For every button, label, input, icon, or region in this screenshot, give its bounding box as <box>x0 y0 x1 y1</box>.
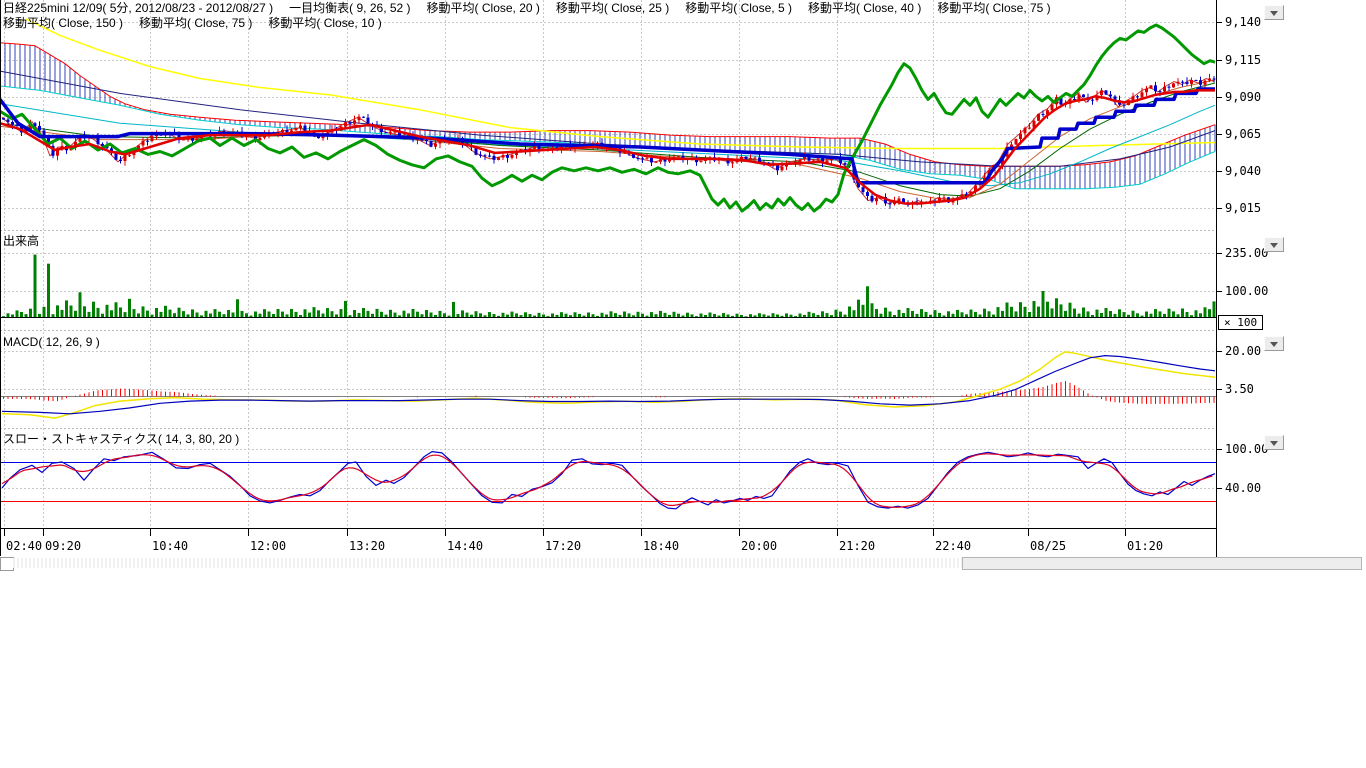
price-panel <box>0 19 1216 211</box>
y-axis-label: 235.00 <box>1225 246 1268 260</box>
volume-bars <box>2 255 1216 317</box>
macd-signal-line <box>2 356 1215 414</box>
y-axis-label: 100.00 <box>1225 284 1268 298</box>
legend-ma-close-5: 移動平均( Close, 5 ) <box>685 1 792 15</box>
grid-lines <box>0 0 1216 528</box>
scrollbar-left-button[interactable] <box>0 557 14 571</box>
x-axis-label: 21:20 <box>839 539 875 553</box>
chart-legend-row-2: 移動平均( Close, 150 ) 移動平均( Close, 75 ) 移動平均(… <box>3 16 398 30</box>
x-axis-label: 22:40 <box>935 539 971 553</box>
volume-multiplier-badge: × 100 <box>1218 315 1263 330</box>
chevron-down-icon <box>1270 342 1278 351</box>
y-axis-label: 9,140 <box>1225 15 1261 29</box>
macd-panel <box>0 352 1216 418</box>
trading-chart-window: 9,140 9,115 9,090 9,065 9,040 9,015 235.00 100.… <box>0 0 1366 768</box>
macd-line <box>2 352 1215 418</box>
price-panel-dropdown-button[interactable] <box>1264 5 1284 20</box>
x-axis-label: 02:40 <box>6 539 42 553</box>
chevron-down-icon <box>1270 243 1278 252</box>
legend-ichimoku: 一目均衡表( 9, 26, 52 ) <box>289 1 410 15</box>
x-axis-label: 20:00 <box>741 539 777 553</box>
y-axis-label: 20.00 <box>1225 344 1261 358</box>
legend-ma-close-75: 移動平均( Close, 75 ) <box>937 1 1050 15</box>
x-axis-label: 01:20 <box>1127 539 1163 553</box>
legend-ma-close-75b: 移動平均( Close, 75 ) <box>139 16 252 30</box>
x-axis-label: 17:20 <box>545 539 581 553</box>
y-axis-label: 3.50 <box>1225 382 1254 396</box>
macd-panel-dropdown-button[interactable] <box>1264 336 1284 351</box>
horizontal-scrollbar-thumb[interactable] <box>962 557 1362 570</box>
stochastics-panel-label: スロー・ストキャスティクス( 14, 3, 80, 20 ) <box>3 430 239 447</box>
stochastics-panel <box>0 452 1216 509</box>
x-axis-label: 09:20 <box>45 539 81 553</box>
volume-panel-label: 出来高 <box>3 232 39 249</box>
y-axis-label: 40.00 <box>1225 481 1261 495</box>
macd-histogram <box>4 381 1215 404</box>
stoch-panel-dropdown-button[interactable] <box>1264 435 1284 450</box>
legend-ma-close-20: 移動平均( Close, 20 ) <box>427 1 540 15</box>
x-axis-label: 12:00 <box>250 539 286 553</box>
chart-plot-area[interactable]: 9,140 9,115 9,090 9,065 9,040 9,015 235.00 100.… <box>0 0 1366 768</box>
legend-ma-close-25: 移動平均( Close, 25 ) <box>556 1 669 15</box>
x-axis-label: 10:40 <box>152 539 188 553</box>
volume-panel <box>0 255 1216 318</box>
stoch-k-line <box>2 452 1215 509</box>
volume-panel-dropdown-button[interactable] <box>1264 237 1284 252</box>
instrument-title: 日経225mini 12/09( 5分, 2012/08/23 - 2012/0… <box>3 1 273 15</box>
chevron-down-icon <box>1270 441 1278 450</box>
legend-ma-close-40: 移動平均( Close, 40 ) <box>808 1 921 15</box>
y-axis-label: 9,065 <box>1225 127 1261 141</box>
x-axis-label: 14:40 <box>447 539 483 553</box>
stoch-d-line <box>2 454 1213 508</box>
macd-panel-label: MACD( 12, 26, 9 ) <box>3 335 100 349</box>
x-axis-label: 13:20 <box>349 539 385 553</box>
y-axis-label: 9,090 <box>1225 90 1261 104</box>
legend-ma-close-150: 移動平均( Close, 150 ) <box>3 16 123 30</box>
x-axis-label: 08/25 <box>1030 539 1066 553</box>
axes: 9,140 9,115 9,090 9,065 9,040 9,015 235.00 100.… <box>0 0 1268 560</box>
x-axis-label: 18:40 <box>643 539 679 553</box>
y-axis-label: 100.00 <box>1225 442 1268 456</box>
y-axis-label: 9,115 <box>1225 53 1261 67</box>
legend-ma-close-10: 移動平均( Close, 10 ) <box>268 16 381 30</box>
chevron-down-icon <box>1270 11 1278 20</box>
chart-legend-row-1: 日経225mini 12/09( 5分, 2012/08/23 - 2012/0… <box>3 1 1067 15</box>
y-axis-label: 9,015 <box>1225 201 1261 215</box>
y-axis-label: 9,040 <box>1225 164 1261 178</box>
